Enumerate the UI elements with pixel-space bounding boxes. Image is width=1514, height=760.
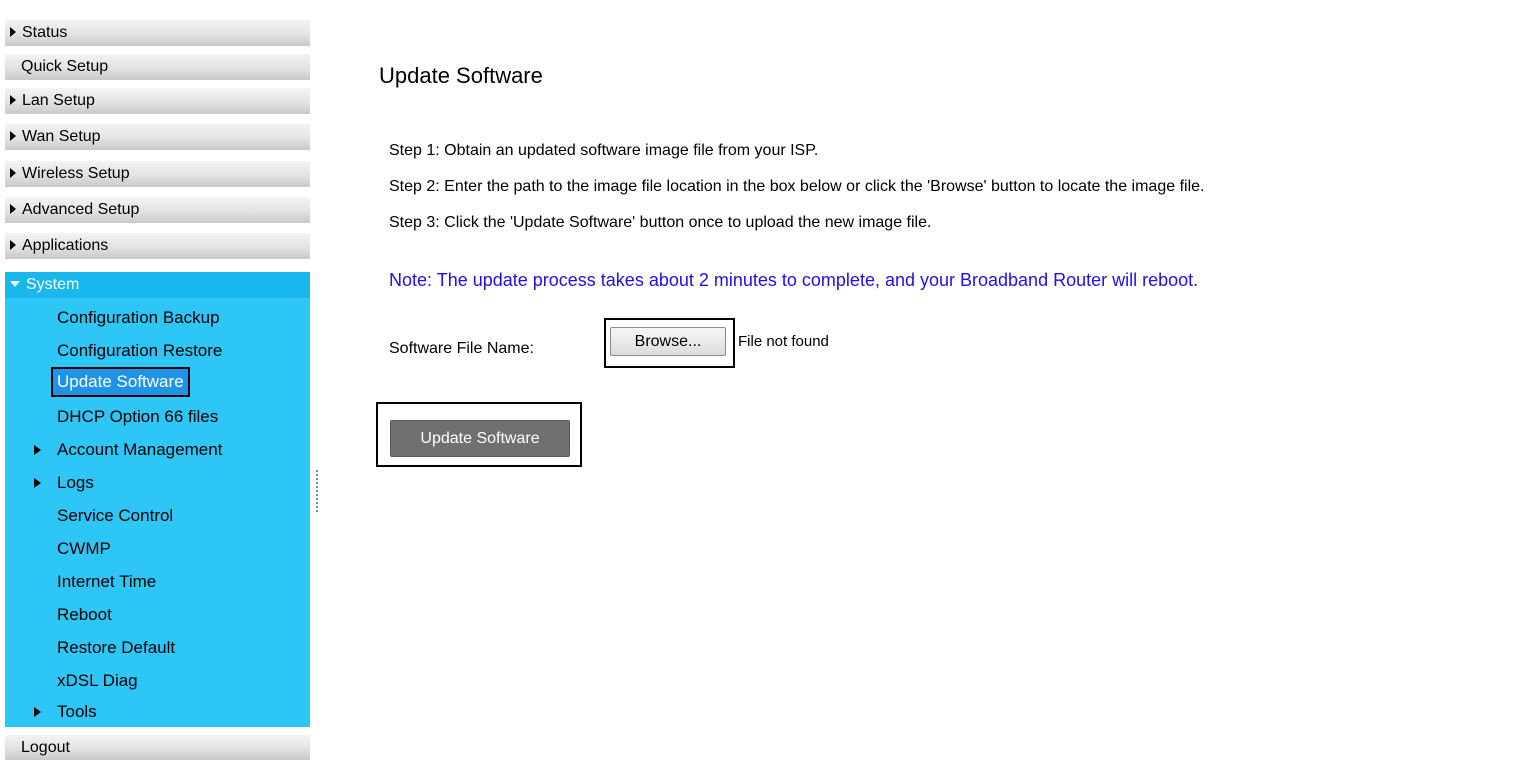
expand-arrow-icon bbox=[10, 203, 16, 214]
menu-item-label: System bbox=[26, 276, 80, 293]
expand-arrow-icon bbox=[34, 445, 41, 455]
expand-arrow-icon bbox=[10, 167, 16, 178]
submenu-item-update-software[interactable]: Update Software bbox=[5, 366, 310, 398]
menu-item-label: Wan Setup bbox=[22, 128, 101, 145]
submenu-item-label: CWMP bbox=[57, 539, 111, 558]
step-3-text: Step 3: Click the 'Update Software' butt… bbox=[389, 214, 932, 231]
browse-button[interactable]: Browse... bbox=[610, 327, 726, 356]
frame-resize-handle[interactable] bbox=[316, 470, 318, 512]
submenu-item-label: xDSL Diag bbox=[57, 671, 138, 690]
submenu-item-label: Update Software bbox=[51, 367, 190, 397]
expand-arrow-icon bbox=[34, 478, 41, 488]
submenu-item-internet-time[interactable]: Internet Time bbox=[5, 566, 310, 598]
menu-item-applications[interactable]: Applications bbox=[5, 233, 310, 259]
menu-item-label: Quick Setup bbox=[21, 58, 109, 75]
menu-item-status[interactable]: Status bbox=[5, 20, 310, 46]
file-status-text: File not found bbox=[738, 333, 829, 350]
menu-item-label: Lan Setup bbox=[22, 92, 95, 109]
expand-arrow-icon bbox=[10, 26, 16, 37]
submenu-item-tools[interactable]: Tools bbox=[5, 696, 310, 728]
system-submenu: System Configuration Backup Configuratio… bbox=[5, 272, 310, 727]
menu-item-label: Status bbox=[22, 24, 68, 41]
update-note: Note: The update process takes about 2 m… bbox=[389, 270, 1199, 290]
submenu-item-label: DHCP Option 66 files bbox=[57, 407, 219, 426]
submenu-item-label: Configuration Backup bbox=[57, 308, 220, 327]
submenu-item-label: Logs bbox=[57, 473, 94, 492]
submenu-item-label: Internet Time bbox=[57, 572, 157, 591]
menu-item-wan-setup[interactable]: Wan Setup bbox=[5, 124, 310, 150]
submenu-item-xdsl-diag[interactable]: xDSL Diag bbox=[5, 665, 310, 697]
submenu-item-label: Restore Default bbox=[57, 638, 176, 657]
menu-item-lan-setup[interactable]: Lan Setup bbox=[5, 88, 310, 114]
submenu-item-label: Service Control bbox=[57, 506, 174, 525]
submenu-item-label: Reboot bbox=[57, 605, 112, 624]
update-software-button[interactable]: Update Software bbox=[390, 420, 570, 457]
sidebar-menu: Status Quick Setup Lan Setup Wan Setup W… bbox=[0, 0, 310, 760]
submenu-item-label: Tools bbox=[57, 702, 97, 721]
menu-item-label: Wireless Setup bbox=[22, 165, 130, 182]
step-2-text: Step 2: Enter the path to the image file… bbox=[389, 178, 1205, 195]
software-file-name-label: Software File Name: bbox=[389, 340, 534, 357]
menu-item-system[interactable]: System bbox=[5, 272, 310, 298]
expand-arrow-icon bbox=[10, 239, 16, 250]
collapse-arrow-icon bbox=[10, 280, 20, 287]
submenu-item-label: Account Management bbox=[57, 440, 223, 459]
submenu-item-account-management[interactable]: Account Management bbox=[5, 434, 310, 466]
submenu-item-cwmp[interactable]: CWMP bbox=[5, 533, 310, 565]
page-title: Update Software bbox=[379, 63, 543, 88]
menu-item-label: Applications bbox=[22, 237, 109, 254]
expand-arrow-icon bbox=[34, 707, 41, 717]
expand-arrow-icon bbox=[10, 130, 16, 141]
submenu-item-configuration-backup[interactable]: Configuration Backup bbox=[5, 302, 310, 334]
submenu-item-label: Configuration Restore bbox=[57, 341, 223, 360]
submenu-item-service-control[interactable]: Service Control bbox=[5, 500, 310, 532]
expand-arrow-icon bbox=[10, 94, 16, 105]
submenu-item-configuration-restore[interactable]: Configuration Restore bbox=[5, 335, 310, 367]
menu-item-label: Advanced Setup bbox=[22, 201, 140, 218]
submenu-item-restore-default[interactable]: Restore Default bbox=[5, 632, 310, 664]
menu-item-advanced-setup[interactable]: Advanced Setup bbox=[5, 197, 310, 223]
menu-item-wireless-setup[interactable]: Wireless Setup bbox=[5, 161, 310, 187]
submenu-item-logs[interactable]: Logs bbox=[5, 467, 310, 499]
submenu-item-dhcp-option-66-files[interactable]: DHCP Option 66 files bbox=[5, 401, 310, 433]
menu-item-quick-setup[interactable]: Quick Setup bbox=[5, 54, 310, 80]
menu-item-logout[interactable]: Logout bbox=[5, 735, 310, 760]
submenu-item-reboot[interactable]: Reboot bbox=[5, 599, 310, 631]
step-1-text: Step 1: Obtain an updated software image… bbox=[389, 142, 819, 159]
menu-item-label: Logout bbox=[21, 739, 70, 756]
